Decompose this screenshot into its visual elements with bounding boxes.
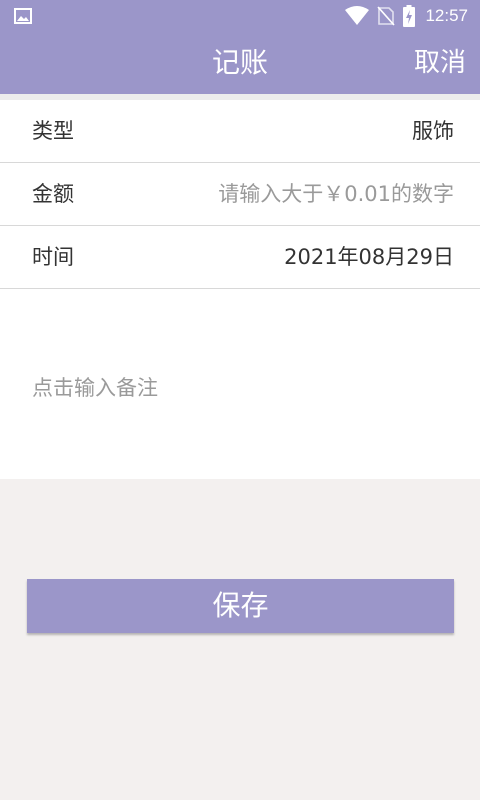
- status-bar: 12:57: [0, 0, 480, 32]
- time-row[interactable]: 时间 2021年08月29日: [0, 226, 480, 289]
- battery-charging-icon: [403, 5, 416, 27]
- time-label: 时间: [32, 245, 74, 269]
- amount-label: 金额: [32, 182, 74, 206]
- toolbar: 记账 取消: [0, 32, 480, 94]
- time-value[interactable]: 2021年08月29日: [284, 226, 454, 288]
- amount-row[interactable]: 金额 请输入大于￥0.01的数字: [0, 163, 480, 226]
- wifi-icon: [345, 6, 370, 25]
- image-icon: [14, 8, 32, 24]
- no-sim-icon: [377, 6, 396, 26]
- cancel-button[interactable]: 取消: [414, 32, 466, 94]
- type-label: 类型: [32, 119, 74, 143]
- entry-form: 类型 服饰 金额 请输入大于￥0.01的数字 时间 2021年08月29日 点击…: [0, 94, 480, 479]
- status-time: 12:57: [425, 6, 468, 25]
- save-button[interactable]: 保存: [27, 579, 454, 633]
- page-title: 记账: [211, 46, 268, 79]
- type-value[interactable]: 服饰: [412, 100, 454, 162]
- amount-input[interactable]: 请输入大于￥0.01的数字: [218, 163, 454, 225]
- type-row[interactable]: 类型 服饰: [0, 100, 480, 163]
- note-input[interactable]: 点击输入备注: [32, 372, 158, 402]
- status-icons: 12:57: [345, 4, 468, 28]
